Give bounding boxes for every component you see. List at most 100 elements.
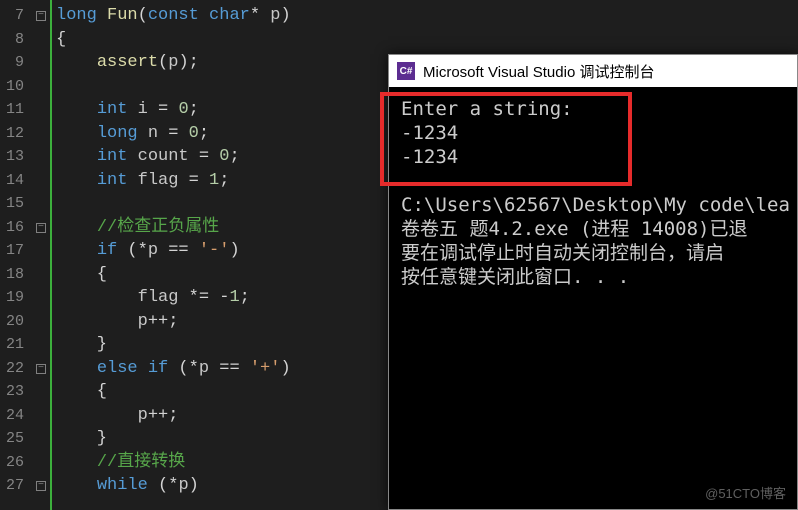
line-number: 25 [0,427,24,451]
fold-column[interactable]: − − − − [32,0,50,510]
fold-marker[interactable] [32,263,50,287]
code-token: Fun [107,6,138,25]
line-number: 11 [0,98,24,122]
code-token: i [138,100,148,119]
code-token: int [97,147,128,166]
fold-marker[interactable]: − [32,357,50,381]
code-token: ) [280,6,290,25]
fold-marker[interactable] [32,333,50,357]
code-token: 0 [219,147,229,166]
code-token: ) [280,359,290,378]
code-token: ; [168,312,178,331]
fold-marker[interactable] [32,75,50,99]
code-token: 1 [229,288,239,307]
fold-marker[interactable] [32,380,50,404]
fold-marker[interactable] [32,28,50,52]
line-number: 7 [0,4,24,28]
code-token [56,288,138,307]
code-token: *= [178,288,219,307]
code-token: ) [229,241,239,260]
code-token: ++ [148,312,168,331]
line-number: 17 [0,239,24,263]
line-number: 22 [0,357,24,381]
fold-marker[interactable]: − [32,216,50,240]
fold-marker[interactable] [32,122,50,146]
code-token: p [138,406,148,425]
code-token: p [199,359,209,378]
code-token: 0 [178,100,188,119]
code-token: long [97,124,138,143]
code-token [56,406,138,425]
code-token: flag [138,288,179,307]
line-number: 8 [0,28,24,52]
fold-marker[interactable] [32,145,50,169]
code-token [56,124,97,143]
code-token [260,6,270,25]
code-token [56,218,97,237]
line-number: 27 [0,474,24,498]
visual-studio-icon: C# [397,62,415,80]
fold-marker[interactable] [32,451,50,475]
fold-marker[interactable] [32,286,50,310]
code-token: { [56,265,107,284]
code-token: //检查正负属性 [97,218,219,237]
code-token: ) [189,476,199,495]
fold-marker[interactable] [32,192,50,216]
code-token [56,453,97,472]
code-token [138,359,148,378]
code-token: '+' [250,359,281,378]
code-token: int [97,100,128,119]
console-titlebar[interactable]: C# Microsoft Visual Studio 调试控制台 [389,55,797,87]
watermark: @51CTO博客 [705,483,786,502]
code-token: - [219,288,229,307]
code-token: if [97,241,117,260]
fold-marker[interactable]: − [32,474,50,498]
code-token: ( [148,476,168,495]
code-token: ( [138,6,148,25]
line-number: 9 [0,51,24,75]
code-token: } [56,429,107,448]
code-token: const [148,6,199,25]
line-number: 10 [0,75,24,99]
code-token: p [270,6,280,25]
code-token: p [178,476,188,495]
fold-marker[interactable] [32,239,50,263]
code-token: ( [117,241,137,260]
code-token: = [189,147,220,166]
code-token [97,6,107,25]
code-token: while [97,476,148,495]
fold-marker[interactable] [32,427,50,451]
line-number-gutter: 789101112131415161718192021222324252627 [0,0,32,510]
code-line[interactable]: long Fun(const char* p) [56,4,798,28]
line-number: 14 [0,169,24,193]
line-number: 16 [0,216,24,240]
code-token: 0 [189,124,199,143]
code-token: * [189,359,199,378]
line-number: 21 [0,333,24,357]
code-token: '-' [199,241,230,260]
fold-marker[interactable]: − [32,4,50,28]
code-line[interactable]: { [56,28,798,52]
code-token [56,171,97,190]
fold-marker[interactable] [32,51,50,75]
code-token: else [97,359,138,378]
fold-marker[interactable] [32,404,50,428]
line-number: 26 [0,451,24,475]
line-number: 19 [0,286,24,310]
code-token: n [148,124,158,143]
line-number: 12 [0,122,24,146]
fold-marker[interactable] [32,169,50,193]
code-token: p [148,241,158,260]
code-token [56,476,97,495]
code-token [199,6,209,25]
code-token: p [138,312,148,331]
code-token [127,171,137,190]
code-token [127,100,137,119]
code-token: = [178,171,209,190]
fold-marker[interactable] [32,98,50,122]
code-token [56,241,97,260]
code-token: ++ [148,406,168,425]
fold-marker[interactable] [32,310,50,334]
code-token: = [148,100,179,119]
code-token [56,359,97,378]
